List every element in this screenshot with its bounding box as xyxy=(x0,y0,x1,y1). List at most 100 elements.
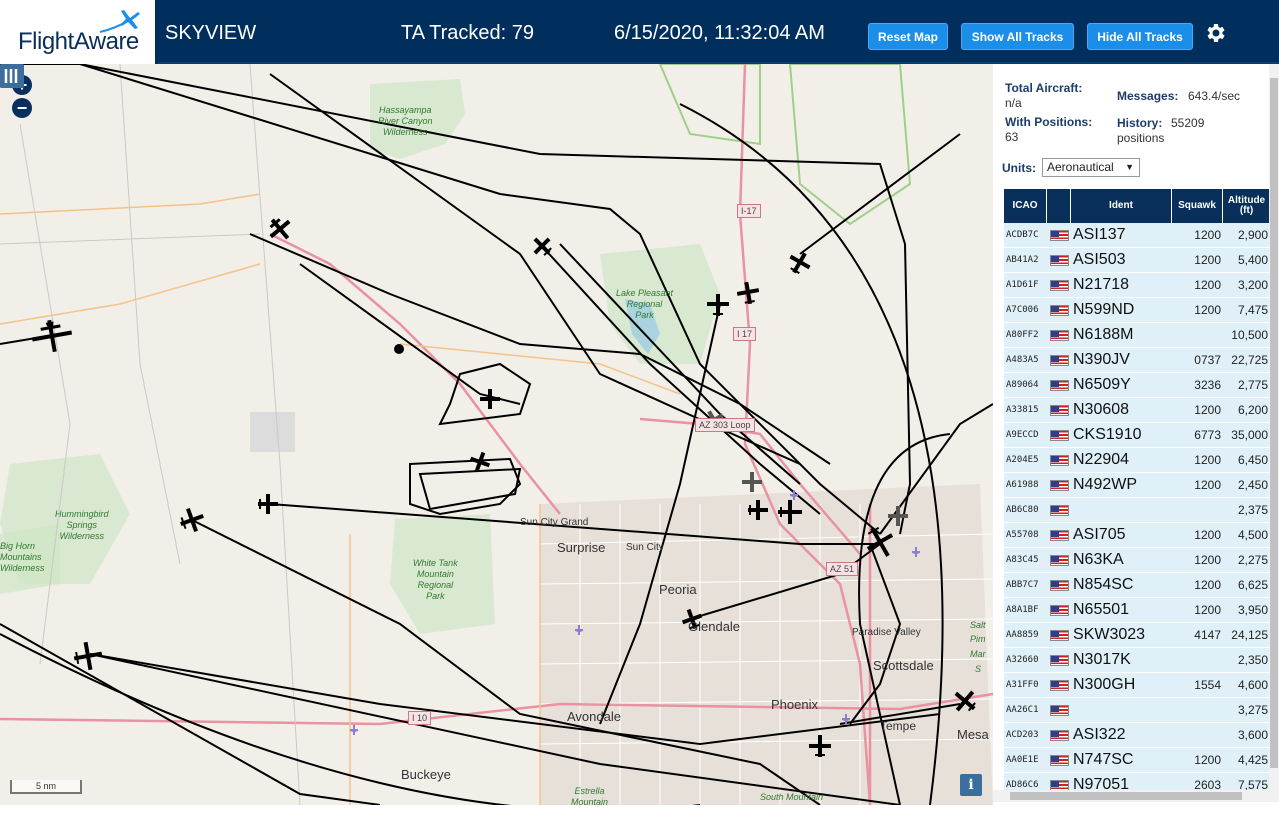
vertical-scroll-thumb[interactable] xyxy=(1270,78,1278,768)
us-flag-icon xyxy=(1049,354,1069,366)
table-row[interactable]: AA0E1E N747SC 1200 4,425 xyxy=(1004,748,1270,773)
table-row[interactable]: A204E5 N22904 1200 6,450 xyxy=(1004,448,1270,473)
row-icao: A33815 xyxy=(1006,405,1039,415)
history-unit: positions xyxy=(1117,131,1165,145)
flightaware-logo[interactable]: FlightAware xyxy=(0,0,158,64)
row-squawk: 1200 xyxy=(1194,403,1221,417)
row-icao: A89064 xyxy=(1006,380,1039,390)
row-icao: A204E5 xyxy=(1006,455,1039,465)
messages-value: 643.4/sec xyxy=(1188,89,1241,103)
table-row[interactable]: AA8859 SKW3023 4147 24,125 xyxy=(1004,623,1270,648)
table-row[interactable]: A55708 ASI705 1200 4,500 xyxy=(1004,523,1270,548)
gear-icon[interactable] xyxy=(1203,21,1227,45)
table-row[interactable]: A7C006 N599ND 1200 7,475 xyxy=(1004,298,1270,323)
us-flag-icon xyxy=(1049,329,1069,341)
row-altitude: 7,475 xyxy=(1237,303,1268,317)
table-row[interactable]: A31FF0 N300GH 1554 4,600 xyxy=(1004,673,1270,698)
label-surprise: Surprise xyxy=(557,540,606,555)
row-altitude: 24,125 xyxy=(1231,628,1268,642)
row-icao: ABB7C7 xyxy=(1006,580,1039,590)
us-flag-icon xyxy=(1049,279,1069,291)
row-ident: N747SC xyxy=(1073,751,1134,768)
column-altitude[interactable]: Altitude (ft) xyxy=(1223,189,1270,223)
column-squawk[interactable]: Squawk xyxy=(1172,189,1223,223)
us-flag-icon xyxy=(1049,529,1069,541)
row-altitude: 2,275 xyxy=(1237,553,1268,567)
horizontal-scroll-thumb[interactable] xyxy=(1010,792,1242,800)
us-flag-icon xyxy=(1049,504,1069,516)
shield-az51: AZ 51 xyxy=(826,562,859,576)
table-row[interactable]: A61988 N492WP 1200 2,450 xyxy=(1004,473,1270,498)
table-row[interactable]: A80FF2 N6188M 10,500 xyxy=(1004,323,1270,348)
show-all-tracks-button[interactable]: Show All Tracks xyxy=(961,23,1074,50)
table-row[interactable]: AB6C80 2,375 xyxy=(1004,498,1270,523)
row-ident: CKS1910 xyxy=(1073,426,1142,443)
table-row[interactable]: A483A5 N390JV 0737 22,725 xyxy=(1004,348,1270,373)
row-icao: AA0E1E xyxy=(1006,755,1039,765)
column-icao[interactable]: ICAO xyxy=(1004,189,1047,223)
column-flag[interactable] xyxy=(1047,189,1071,223)
table-row[interactable]: A83C45 N63KA 1200 2,275 xyxy=(1004,548,1270,573)
row-ident: N6188M xyxy=(1073,326,1134,343)
flag-cell xyxy=(1047,304,1071,316)
row-ident: SKW3023 xyxy=(1073,626,1146,643)
label-pima: Pim xyxy=(970,634,986,644)
columns-icon[interactable] xyxy=(0,64,22,88)
reset-map-button[interactable]: Reset Map xyxy=(868,23,948,50)
info-icon[interactable]: i xyxy=(960,774,982,796)
row-squawk: 1200 xyxy=(1194,228,1221,242)
row-ident: N30608 xyxy=(1073,401,1130,418)
row-altitude: 6,200 xyxy=(1237,403,1268,417)
hide-all-tracks-button[interactable]: Hide All Tracks xyxy=(1087,23,1193,50)
us-flag-icon xyxy=(1049,629,1069,641)
row-altitude: 3,200 xyxy=(1237,278,1268,292)
table-row[interactable]: A1D61F N21718 1200 3,200 xyxy=(1004,273,1270,298)
park-hassayampa: Hassayampa River Canyon Wilderness xyxy=(378,105,433,138)
table-row[interactable]: AB41A2 ASI503 1200 5,400 xyxy=(1004,248,1270,273)
flag-cell xyxy=(1047,679,1071,691)
row-ident: ASI705 xyxy=(1073,526,1126,543)
row-ident: N65501 xyxy=(1073,601,1130,618)
row-ident: ASI322 xyxy=(1073,726,1126,743)
row-altitude: 35,000 xyxy=(1231,428,1268,442)
units-select[interactable]: Aeronautical ▼ xyxy=(1042,158,1140,177)
row-altitude: 3,950 xyxy=(1237,603,1268,617)
row-altitude: 4,600 xyxy=(1237,678,1268,692)
column-ident[interactable]: Ident xyxy=(1071,189,1172,223)
map-area[interactable]: + − i 5 nm Surprise Sun City Sun City Gr… xyxy=(0,64,993,805)
messages-label: Messages: xyxy=(1117,89,1179,103)
row-altitude: 22,725 xyxy=(1231,353,1268,367)
units-label: Units: xyxy=(1002,161,1036,175)
row-squawk: 1200 xyxy=(1194,553,1221,567)
shield-i17-north: I-17 xyxy=(737,204,761,218)
row-altitude: 2,450 xyxy=(1237,478,1268,492)
flag-cell xyxy=(1047,329,1071,341)
park-big-horn: Big Horn Mountains Wilderness xyxy=(0,541,44,574)
table-row[interactable]: ACD203 ASI322 3,600 xyxy=(1004,723,1270,748)
label-sun-city: Sun City xyxy=(626,542,664,553)
flag-cell xyxy=(1047,229,1071,241)
park-white-tank-line1: White Tank xyxy=(413,558,458,568)
table-row[interactable]: AA26C1 3,275 xyxy=(1004,698,1270,723)
label-mar: Mar xyxy=(970,649,986,659)
table-row[interactable]: ABB7C7 N854SC 1200 6,625 xyxy=(1004,573,1270,598)
row-squawk: 1554 xyxy=(1194,678,1221,692)
table-row[interactable]: A33815 N30608 1200 6,200 xyxy=(1004,398,1270,423)
table-row[interactable]: A89064 N6509Y 3236 2,775 xyxy=(1004,373,1270,398)
table-row[interactable]: ACDB7C ASI137 1200 2,900 xyxy=(1004,223,1270,248)
park-south-mountain: South Mountain xyxy=(760,792,824,802)
zoom-out-button[interactable]: − xyxy=(12,98,32,118)
table-row[interactable]: A32660 N3017K 2,350 xyxy=(1004,648,1270,673)
table-row[interactable]: A8A1BF N65501 1200 3,950 xyxy=(1004,598,1270,623)
table-row[interactable]: A9ECCD CKS1910 6773 35,000 xyxy=(1004,423,1270,448)
row-altitude: 3,600 xyxy=(1237,728,1268,742)
flag-cell xyxy=(1047,554,1071,566)
park-lake-pleasant-line1: Lake Pleasant xyxy=(616,288,674,298)
row-squawk: 1200 xyxy=(1194,478,1221,492)
row-ident: N390JV xyxy=(1073,351,1130,368)
aircraft-panel: Total Aircraft: n/a With Positions: 63 M… xyxy=(993,64,1279,805)
flag-cell xyxy=(1047,779,1071,791)
row-icao: A32660 xyxy=(1006,655,1039,665)
history-value: 55209 xyxy=(1171,116,1205,130)
park-big-horn-line3: Wilderness xyxy=(0,563,45,573)
